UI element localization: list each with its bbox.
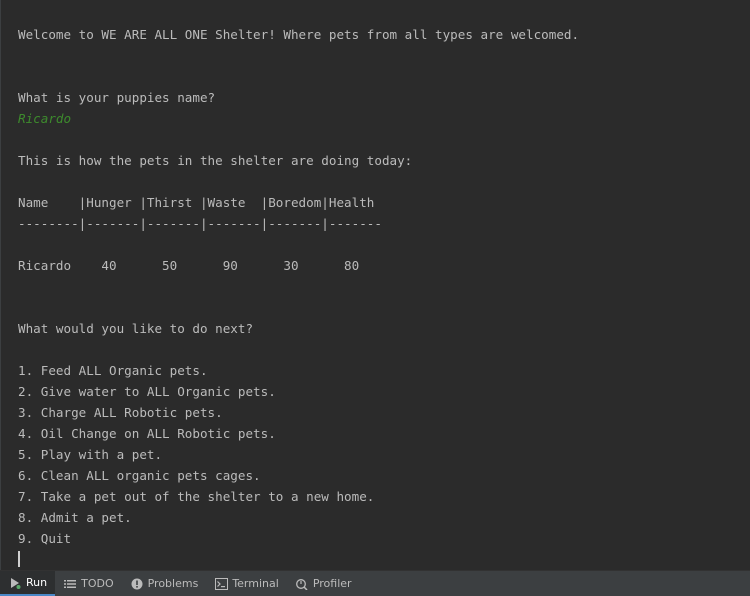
welcome-line: Welcome to WE ARE ALL ONE Shelter! Where… — [18, 27, 580, 42]
tab-terminal-label: Terminal — [232, 577, 279, 590]
profiler-icon — [295, 577, 309, 591]
tab-problems[interactable]: Problems — [122, 571, 207, 596]
menu-option-9: 9. Quit — [18, 531, 72, 546]
tab-profiler-label: Profiler — [312, 577, 352, 590]
table-divider-line: --------|-------|-------|-------|-------… — [18, 216, 382, 231]
menu-option-4: 4. Oil Change on ALL Robotic pets. — [18, 426, 276, 441]
tab-run[interactable]: Run — [0, 571, 56, 596]
menu-option-1: 1. Feed ALL Organic pets. — [18, 363, 208, 378]
tab-todo[interactable]: TODO — [55, 571, 122, 596]
status-intro-line: This is how the pets in the shelter are … — [18, 153, 413, 168]
problems-icon — [130, 577, 144, 591]
bottom-tool-window-bar: Run TODO Problems Terminal Profiler — [0, 570, 750, 596]
run-console-output[interactable]: Welcome to WE ARE ALL ONE Shelter! Where… — [0, 0, 750, 570]
tab-profiler[interactable]: Profiler — [287, 571, 360, 596]
todo-list-icon — [63, 577, 77, 591]
menu-option-8: 8. Admit a pet. — [18, 510, 132, 525]
table-header-line: Name |Hunger |Thirst |Waste |Boredom|Hea… — [18, 195, 375, 210]
next-action-prompt: What would you like to do next? — [18, 321, 254, 336]
table-row: Ricardo 40 50 90 30 80 — [18, 258, 360, 273]
menu-option-6: 6. Clean ALL organic pets cages. — [18, 468, 261, 483]
tab-todo-label: TODO — [81, 577, 114, 590]
input-caret[interactable] — [18, 551, 20, 567]
tab-problems-label: Problems — [147, 577, 199, 590]
name-prompt-line: What is your puppies name? — [18, 90, 216, 105]
terminal-icon — [214, 577, 228, 591]
menu-option-2: 2. Give water to ALL Organic pets. — [18, 384, 276, 399]
user-input-name: Ricardo — [18, 111, 72, 126]
menu-option-3: 3. Charge ALL Robotic pets. — [18, 405, 223, 420]
menu-option-5: 5. Play with a pet. — [18, 447, 163, 462]
tab-run-label: Run — [26, 576, 48, 589]
menu-option-7: 7. Take a pet out of the shelter to a ne… — [18, 489, 375, 504]
tab-terminal[interactable]: Terminal — [206, 571, 287, 596]
run-icon — [8, 576, 22, 590]
